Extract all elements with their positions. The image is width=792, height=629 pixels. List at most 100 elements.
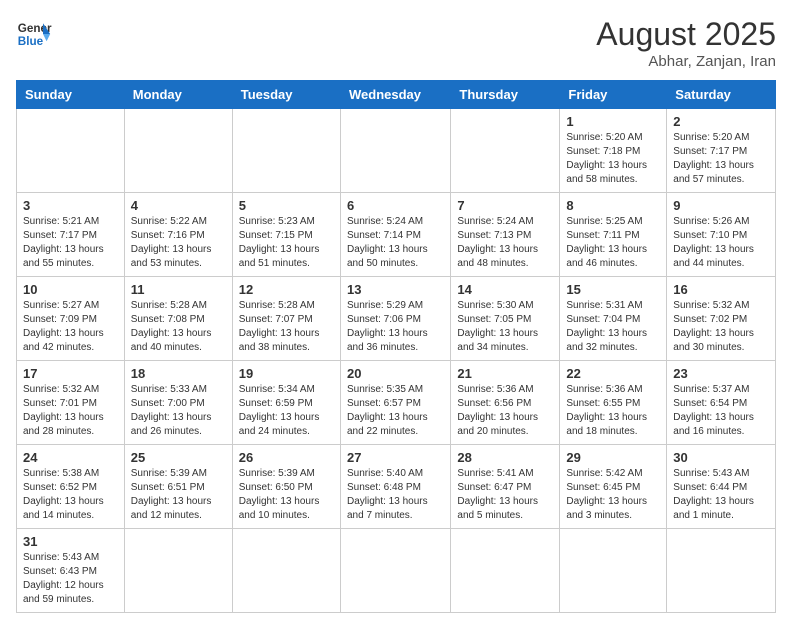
calendar-cell: 13 Sunrise: 5:29 AM Sunset: 7:06 PM Dayli… xyxy=(340,277,450,361)
day-info: Sunrise: 5:32 AM Sunset: 7:02 PM Dayligh… xyxy=(673,299,769,355)
day-info: Sunrise: 5:37 AM Sunset: 6:54 PM Dayligh… xyxy=(673,383,769,439)
day-number: 5 xyxy=(239,198,334,213)
col-header-tuesday: Tuesday xyxy=(232,81,340,109)
col-header-monday: Monday xyxy=(124,81,232,109)
calendar-cell: 10 Sunrise: 5:27 AM Sunset: 7:09 PM Dayli… xyxy=(17,277,125,361)
day-number: 31 xyxy=(23,534,118,549)
calendar-cell xyxy=(232,109,340,193)
calendar-cell: 31 Sunrise: 5:43 AM Sunset: 6:43 PM Dayli… xyxy=(17,529,125,613)
day-info: Sunrise: 5:36 AM Sunset: 6:56 PM Dayligh… xyxy=(457,383,553,439)
calendar-table: SundayMondayTuesdayWednesdayThursdayFrid… xyxy=(16,80,776,613)
calendar-cell xyxy=(451,529,560,613)
day-info: Sunrise: 5:42 AM Sunset: 6:45 PM Dayligh… xyxy=(566,467,660,523)
calendar-cell: 29 Sunrise: 5:42 AM Sunset: 6:45 PM Dayli… xyxy=(560,445,667,529)
calendar-cell xyxy=(451,109,560,193)
calendar-cell: 8Sunrise: 5:25 AM Sunset: 7:11 PM Daylig… xyxy=(560,193,667,277)
day-number: 12 xyxy=(239,282,334,297)
day-info: Sunrise: 5:32 AM Sunset: 7:01 PM Dayligh… xyxy=(23,383,118,439)
day-info: Sunrise: 5:35 AM Sunset: 6:57 PM Dayligh… xyxy=(347,383,444,439)
day-info: Sunrise: 5:20 AM Sunset: 7:18 PM Dayligh… xyxy=(566,131,660,187)
day-info: Sunrise: 5:27 AM Sunset: 7:09 PM Dayligh… xyxy=(23,299,118,355)
calendar-cell: 1 Sunrise: 5:20 AM Sunset: 7:18 PM Daylig… xyxy=(560,109,667,193)
day-number: 11 xyxy=(131,282,226,297)
day-info: Sunrise: 5:23 AM Sunset: 7:15 PM Dayligh… xyxy=(239,215,334,271)
day-info: Sunrise: 5:43 AM Sunset: 6:43 PM Dayligh… xyxy=(23,551,118,607)
calendar-week-row: 10 Sunrise: 5:27 AM Sunset: 7:09 PM Dayli… xyxy=(17,277,776,361)
day-info: Sunrise: 5:22 AM Sunset: 7:16 PM Dayligh… xyxy=(131,215,226,271)
calendar-week-row: 1 Sunrise: 5:20 AM Sunset: 7:18 PM Daylig… xyxy=(17,109,776,193)
day-info: Sunrise: 5:26 AM Sunset: 7:10 PM Dayligh… xyxy=(673,215,769,271)
day-number: 7 xyxy=(457,198,553,213)
calendar-cell: 2 Sunrise: 5:20 AM Sunset: 7:17 PM Daylig… xyxy=(667,109,776,193)
day-info: Sunrise: 5:41 AM Sunset: 6:47 PM Dayligh… xyxy=(457,467,553,523)
calendar-cell: 9 Sunrise: 5:26 AM Sunset: 7:10 PM Daylig… xyxy=(667,193,776,277)
day-info: Sunrise: 5:40 AM Sunset: 6:48 PM Dayligh… xyxy=(347,467,444,523)
calendar-cell xyxy=(340,529,450,613)
day-info: Sunrise: 5:24 AM Sunset: 7:14 PM Dayligh… xyxy=(347,215,444,271)
day-info: Sunrise: 5:34 AM Sunset: 6:59 PM Dayligh… xyxy=(239,383,334,439)
calendar-cell: 7 Sunrise: 5:24 AM Sunset: 7:13 PM Daylig… xyxy=(451,193,560,277)
day-info: Sunrise: 5:39 AM Sunset: 6:51 PM Dayligh… xyxy=(131,467,226,523)
calendar-cell: 25 Sunrise: 5:39 AM Sunset: 6:51 PM Dayli… xyxy=(124,445,232,529)
col-header-sunday: Sunday xyxy=(17,81,125,109)
day-number: 23 xyxy=(673,366,769,381)
calendar-week-row: 3 Sunrise: 5:21 AM Sunset: 7:17 PM Daylig… xyxy=(17,193,776,277)
calendar-cell: 16Sunrise: 5:32 AM Sunset: 7:02 PM Dayli… xyxy=(667,277,776,361)
calendar-cell xyxy=(340,109,450,193)
day-number: 10 xyxy=(23,282,118,297)
day-number: 13 xyxy=(347,282,444,297)
calendar-cell: 15Sunrise: 5:31 AM Sunset: 7:04 PM Dayli… xyxy=(560,277,667,361)
calendar-cell: 27Sunrise: 5:40 AM Sunset: 6:48 PM Dayli… xyxy=(340,445,450,529)
day-info: Sunrise: 5:30 AM Sunset: 7:05 PM Dayligh… xyxy=(457,299,553,355)
day-info: Sunrise: 5:36 AM Sunset: 6:55 PM Dayligh… xyxy=(566,383,660,439)
calendar-cell xyxy=(667,529,776,613)
calendar-cell: 3 Sunrise: 5:21 AM Sunset: 7:17 PM Daylig… xyxy=(17,193,125,277)
calendar-cell: 24 Sunrise: 5:38 AM Sunset: 6:52 PM Dayli… xyxy=(17,445,125,529)
col-header-wednesday: Wednesday xyxy=(340,81,450,109)
calendar-cell: 28 Sunrise: 5:41 AM Sunset: 6:47 PM Dayli… xyxy=(451,445,560,529)
day-number: 28 xyxy=(457,450,553,465)
calendar-header-row: SundayMondayTuesdayWednesdayThursdayFrid… xyxy=(17,81,776,109)
calendar-cell xyxy=(560,529,667,613)
day-info: Sunrise: 5:33 AM Sunset: 7:00 PM Dayligh… xyxy=(131,383,226,439)
day-number: 29 xyxy=(566,450,660,465)
day-number: 25 xyxy=(131,450,226,465)
day-number: 24 xyxy=(23,450,118,465)
day-number: 30 xyxy=(673,450,769,465)
day-info: Sunrise: 5:28 AM Sunset: 7:07 PM Dayligh… xyxy=(239,299,334,355)
day-info: Sunrise: 5:29 AM Sunset: 7:06 PM Dayligh… xyxy=(347,299,444,355)
logo-icon: General Blue xyxy=(16,16,52,52)
day-number: 14 xyxy=(457,282,553,297)
calendar-cell: 23 Sunrise: 5:37 AM Sunset: 6:54 PM Dayli… xyxy=(667,361,776,445)
day-info: Sunrise: 5:31 AM Sunset: 7:04 PM Dayligh… xyxy=(566,299,660,355)
day-info: Sunrise: 5:43 AM Sunset: 6:44 PM Dayligh… xyxy=(673,467,769,523)
day-number: 1 xyxy=(566,114,660,129)
day-number: 17 xyxy=(23,366,118,381)
location-subtitle: Abhar, Zanjan, Iran xyxy=(596,53,776,70)
day-number: 6 xyxy=(347,198,444,213)
day-info: Sunrise: 5:38 AM Sunset: 6:52 PM Dayligh… xyxy=(23,467,118,523)
calendar-cell: 14 Sunrise: 5:30 AM Sunset: 7:05 PM Dayli… xyxy=(451,277,560,361)
calendar-cell: 17 Sunrise: 5:32 AM Sunset: 7:01 PM Dayli… xyxy=(17,361,125,445)
col-header-saturday: Saturday xyxy=(667,81,776,109)
calendar-cell: 30 Sunrise: 5:43 AM Sunset: 6:44 PM Dayli… xyxy=(667,445,776,529)
page-header: General Blue August 2025 Abhar, Zanjan, … xyxy=(16,16,776,70)
day-number: 3 xyxy=(23,198,118,213)
day-info: Sunrise: 5:21 AM Sunset: 7:17 PM Dayligh… xyxy=(23,215,118,271)
logo: General Blue xyxy=(16,16,52,52)
day-number: 2 xyxy=(673,114,769,129)
calendar-cell: 21Sunrise: 5:36 AM Sunset: 6:56 PM Dayli… xyxy=(451,361,560,445)
day-info: Sunrise: 5:20 AM Sunset: 7:17 PM Dayligh… xyxy=(673,131,769,187)
calendar-week-row: 17 Sunrise: 5:32 AM Sunset: 7:01 PM Dayli… xyxy=(17,361,776,445)
svg-text:Blue: Blue xyxy=(18,35,44,48)
day-number: 19 xyxy=(239,366,334,381)
calendar-cell xyxy=(232,529,340,613)
day-info: Sunrise: 5:28 AM Sunset: 7:08 PM Dayligh… xyxy=(131,299,226,355)
month-year-title: August 2025 xyxy=(596,16,776,53)
day-number: 9 xyxy=(673,198,769,213)
day-number: 4 xyxy=(131,198,226,213)
calendar-cell: 12 Sunrise: 5:28 AM Sunset: 7:07 PM Dayli… xyxy=(232,277,340,361)
calendar-cell: 11 Sunrise: 5:28 AM Sunset: 7:08 PM Dayli… xyxy=(124,277,232,361)
day-info: Sunrise: 5:24 AM Sunset: 7:13 PM Dayligh… xyxy=(457,215,553,271)
day-number: 18 xyxy=(131,366,226,381)
